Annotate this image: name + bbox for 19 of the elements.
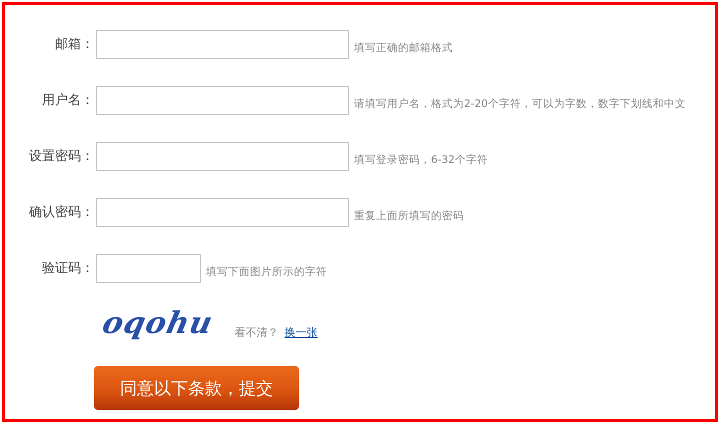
field-label: 验证码：	[41, 260, 94, 277]
field-label: 设置密码：	[28, 148, 94, 165]
captcha-prompt: 看不清？	[234, 325, 279, 340]
field-hint: 填写正确的邮箱格式	[354, 41, 453, 55]
captcha-text: oqohu	[100, 307, 216, 340]
submit-button[interactable]: 同意以下条款，提交	[94, 366, 299, 410]
field-hint: 填写下面图片所示的字符	[206, 265, 327, 279]
refresh-link[interactable]: 换一张	[284, 325, 318, 340]
input-field[interactable]	[96, 254, 201, 282]
field-hint: 填写登录密码，6-32个字符	[354, 153, 488, 167]
field-hint: 重复上面所填写的密码	[354, 209, 464, 223]
field-label: 用户名：	[41, 92, 94, 109]
field-hint: 请填写用户名，格式为2-20个字符，可以为字数，数字下划线和中文	[354, 97, 686, 111]
input-field[interactable]	[96, 30, 349, 58]
input-field[interactable]	[96, 86, 349, 114]
field-label: 邮箱：	[54, 36, 94, 53]
input-field[interactable]	[96, 198, 349, 226]
input-field[interactable]	[96, 142, 349, 170]
field-label: 确认密码：	[28, 204, 94, 221]
